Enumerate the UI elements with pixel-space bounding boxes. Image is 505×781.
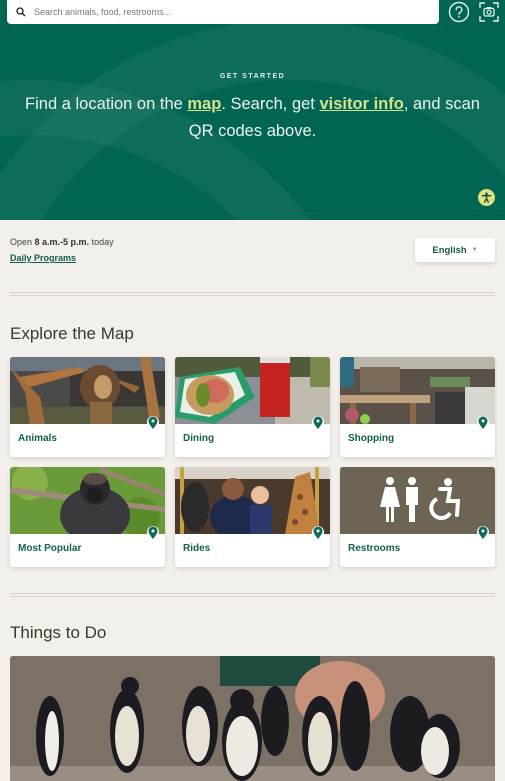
card-label: Shopping — [348, 433, 395, 444]
category-card-dining[interactable]: Dining — [175, 357, 330, 457]
penguins-image — [10, 656, 495, 781]
category-card-animals[interactable]: Animals — [10, 357, 165, 457]
hero-banner: GET STARTED Find a location on the map. … — [0, 0, 505, 220]
accessibility-button[interactable] — [478, 189, 495, 206]
map-pin-icon — [477, 526, 489, 539]
divider — [10, 593, 495, 597]
hot-dog-image — [175, 357, 330, 424]
headline-text: . Search, get — [221, 95, 320, 113]
card-label: Animals — [18, 433, 57, 444]
things-to-do-title: Things to Do — [10, 623, 107, 642]
search-icon — [16, 7, 26, 17]
category-card-restrooms[interactable]: Restrooms — [340, 467, 495, 567]
search-input[interactable] — [34, 7, 414, 17]
gift-shop-image — [340, 357, 495, 424]
hero-headline: Find a location on the map. Search, get … — [20, 91, 485, 145]
map-pin-icon — [147, 526, 159, 539]
search-bar[interactable] — [7, 0, 439, 24]
accessibility-icon — [481, 192, 492, 203]
restroom-signs-image — [340, 467, 495, 534]
carousel-image — [175, 467, 330, 534]
hours-value: 8 a.m.-5 p.m. — [34, 237, 90, 247]
lion-image — [10, 357, 165, 424]
map-pin-icon — [312, 416, 324, 429]
divider — [10, 292, 495, 296]
map-pin-icon — [477, 416, 489, 429]
daily-programs-link[interactable]: Daily Programs — [10, 253, 76, 263]
qr-camera-scan-icon[interactable] — [478, 1, 500, 23]
gorilla-image — [10, 467, 165, 534]
card-label: Rides — [183, 543, 211, 554]
card-label: Most Popular — [18, 543, 82, 554]
category-card-shopping[interactable]: Shopping — [340, 357, 495, 457]
card-label: Restrooms — [348, 543, 401, 554]
explore-title: Explore the Map — [10, 324, 134, 343]
card-label: Dining — [183, 433, 215, 444]
category-card-rides[interactable]: Rides — [175, 467, 330, 567]
hero-eyebrow: GET STARTED — [219, 73, 286, 80]
things-to-do-card[interactable] — [10, 656, 495, 781]
category-card-most-popular[interactable]: Most Popular — [10, 467, 165, 567]
map-pin-icon — [147, 416, 159, 429]
language-select[interactable]: English ▼ — [415, 238, 495, 262]
hours-suffix: today — [89, 237, 114, 247]
language-value: English — [432, 244, 467, 256]
help-circle-icon[interactable] — [448, 1, 470, 23]
headline-text: Find a location on the — [25, 95, 188, 113]
visitor-info-link[interactable]: visitor info — [319, 95, 403, 113]
hours-text: Open 8 a.m.-5 p.m. today — [10, 237, 114, 247]
caret-down-icon: ▼ — [471, 247, 478, 253]
hours-prefix: Open — [10, 237, 35, 247]
map-pin-icon — [312, 526, 324, 539]
map-link[interactable]: map — [187, 95, 221, 113]
